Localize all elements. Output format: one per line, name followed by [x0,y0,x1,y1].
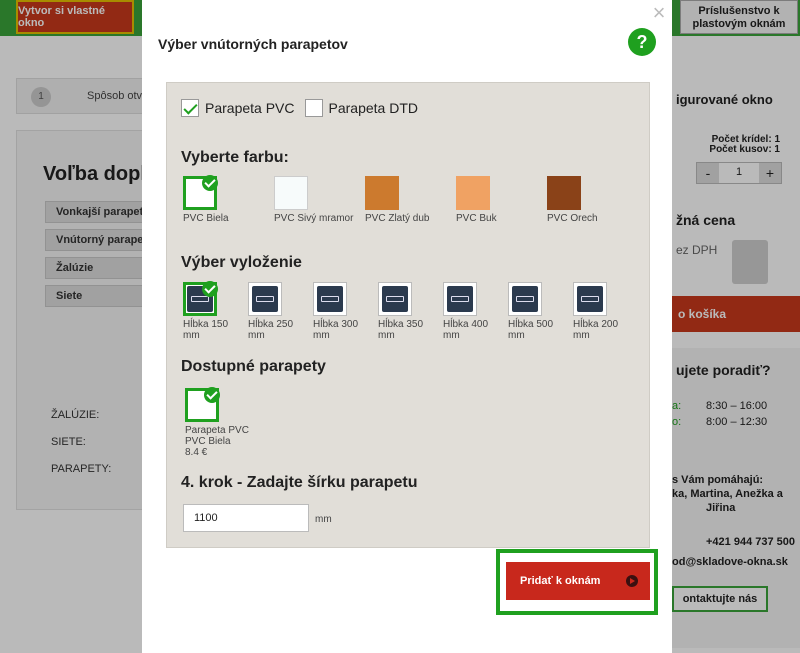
depth-option-500[interactable]: Hĺbka 500 mm [508,282,568,341]
available-section-title: Dostupné parapety [181,358,326,375]
check-icon [202,175,218,191]
sill-icon [382,286,408,312]
depth-option-300[interactable]: Hĺbka 300 mm [313,282,373,341]
width-unit: mm [315,514,332,525]
depth-option-200[interactable]: Hĺbka 200 mm [573,282,633,341]
checkbox-pvc[interactable]: Parapeta PVC [181,99,295,117]
sill-icon [512,286,538,312]
depth-label: Hĺbka 350 mm [378,319,424,341]
available-sill-price: 8.4 € [185,447,208,458]
color-label: PVC Biela [183,213,229,224]
modal-title: Výber vnútorných parapetov [158,36,348,52]
add-to-windows-button[interactable]: Pridať k oknám [506,562,650,600]
depth-option-250[interactable]: Hĺbka 250 mm [248,282,308,341]
available-sill-card[interactable] [185,387,220,422]
depth-label: Hĺbka 300 mm [313,319,359,341]
depth-section-title: Výber vyloženie [181,254,302,271]
checkbox-pvc-box[interactable] [181,99,199,117]
depth-label: Hĺbka 150 mm [183,319,229,341]
checkbox-dtd-box[interactable] [304,99,323,117]
depth-box[interactable] [573,282,607,316]
depth-label: Hĺbka 500 mm [508,319,554,341]
depth-box[interactable] [443,282,477,316]
available-sill-info: Parapeta PVC PVC Biela 8.4 € [185,425,249,458]
available-sill-name: Parapeta PVC [185,425,249,436]
color-label: PVC Sivý mramor [274,213,354,224]
color-label: PVC Zlatý dub [365,213,430,224]
checkbox-dtd[interactable]: Parapeta DTD [304,99,418,117]
sill-options-panel: Parapeta PVC Parapeta DTD Vyberte farbu:… [166,82,650,548]
color-swatch-box[interactable] [274,176,308,210]
sill-icon [577,286,603,312]
sill-icon [447,286,473,312]
depth-box[interactable] [183,281,218,316]
color-swatch-pvc-orech[interactable]: PVC Orech [547,176,637,224]
color-swatch-box[interactable] [547,176,581,210]
color-swatch-pvc-zlaty-dub[interactable]: PVC Zlatý dub [365,176,455,224]
help-icon[interactable]: ? [628,28,656,56]
depth-box[interactable] [378,282,412,316]
width-input[interactable]: 1100 [183,504,309,532]
available-sill-color: PVC Biela [185,436,231,447]
depth-option-350[interactable]: Hĺbka 350 mm [378,282,438,341]
close-icon[interactable]: × [648,2,670,24]
depth-option-150[interactable]: Hĺbka 150 mm [183,281,243,341]
sill-icon [317,286,343,312]
depth-label: Hĺbka 400 mm [443,319,489,341]
color-swatch-box[interactable] [365,176,399,210]
depth-label: Hĺbka 250 mm [248,319,294,341]
color-swatch-pvc-buk[interactable]: PVC Buk [456,176,546,224]
depth-box[interactable] [313,282,347,316]
color-swatch-box[interactable] [456,176,490,210]
color-section-title: Vyberte farbu: [181,149,289,166]
checkbox-pvc-label: Parapeta PVC [205,100,295,116]
sill-type-checkboxes: Parapeta PVC Parapeta DTD [181,99,418,117]
checkbox-dtd-label: Parapeta DTD [328,100,418,116]
color-swatch-pvc-biela[interactable]: PVC Biela [183,175,273,224]
color-swatch-pvc-sivy-mramor[interactable]: PVC Sivý mramor [274,176,364,224]
check-icon [202,281,218,297]
depth-option-400[interactable]: Hĺbka 400 mm [443,282,503,341]
sill-icon [252,286,278,312]
width-section-title: 4. krok - Zadajte šírku parapetu [181,474,418,491]
color-label: PVC Buk [456,213,497,224]
depth-box[interactable] [508,282,542,316]
color-swatch-box[interactable] [183,175,218,210]
add-to-windows-label: Pridať k oknám [520,575,601,587]
arrow-right-icon [626,575,638,587]
depth-label: Hĺbka 200 mm [573,319,619,341]
check-icon [204,387,220,403]
depth-box[interactable] [248,282,282,316]
color-label: PVC Orech [547,213,598,224]
